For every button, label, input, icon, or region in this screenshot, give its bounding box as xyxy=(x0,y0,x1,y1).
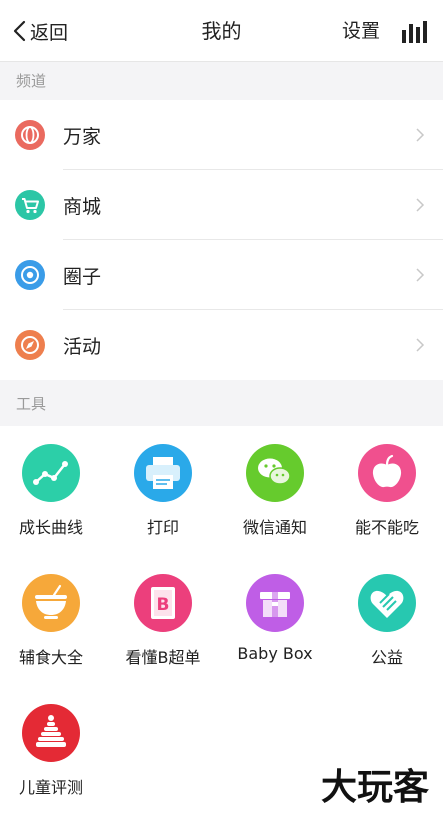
wechat-icon xyxy=(246,444,304,502)
tool-charity[interactable]: 公益 xyxy=(336,556,443,676)
tool-can-eat[interactable]: 能不能吃 xyxy=(336,426,443,546)
gift-box-icon xyxy=(246,574,304,632)
bar-chart-icon[interactable] xyxy=(401,20,427,44)
svg-text:B: B xyxy=(157,595,170,615)
cart-icon xyxy=(15,190,45,220)
tool-label: 微信通知 xyxy=(242,518,307,537)
watermark-text: 大玩客 xyxy=(321,767,429,806)
target-icon xyxy=(15,260,45,290)
tool-b-ultrasound[interactable]: B 看懂B超单 xyxy=(112,556,222,676)
chevron-right-icon xyxy=(416,268,425,282)
tool-label: 成长曲线 xyxy=(18,518,83,537)
tool-label: Baby Box xyxy=(237,644,313,663)
channels-section-title: 频道 xyxy=(0,62,443,100)
tool-baby-food[interactable]: 辅食大全 xyxy=(0,556,110,676)
tool-label: 看懂B超单 xyxy=(125,648,201,667)
tool-baby-box[interactable]: Baby Box xyxy=(224,556,334,676)
channel-item-activity[interactable]: 活动 xyxy=(0,310,443,380)
settings-button[interactable]: 设置 xyxy=(342,16,380,46)
channel-item-shop[interactable]: 商城 xyxy=(0,170,443,240)
channel-item-wanjia[interactable]: 万家 xyxy=(0,100,443,170)
channel-list: 万家 商城 圈子 活动 xyxy=(0,100,443,380)
tools-section-title: 工具 xyxy=(0,380,443,426)
growth-curve-icon xyxy=(22,444,80,502)
tool-label: 辅食大全 xyxy=(18,648,83,667)
channel-item-circle[interactable]: 圈子 xyxy=(0,240,443,310)
tool-growth-curve[interactable]: 成长曲线 xyxy=(0,426,110,546)
globe-icon xyxy=(15,120,45,150)
channel-label: 万家 xyxy=(63,125,102,148)
channel-label: 商城 xyxy=(63,195,102,218)
tool-label: 公益 xyxy=(370,648,403,667)
channel-label: 圈子 xyxy=(63,265,102,288)
tool-child-assessment[interactable]: 儿童评测 xyxy=(0,686,110,806)
header-bar: 返回 我的 设置 xyxy=(0,0,443,62)
tool-wechat-notify[interactable]: 微信通知 xyxy=(224,426,334,546)
tool-label: 能不能吃 xyxy=(354,518,419,537)
tool-label: 打印 xyxy=(146,518,179,537)
stacking-rings-icon xyxy=(22,704,80,762)
printer-icon xyxy=(134,444,192,502)
compass-icon xyxy=(15,330,45,360)
apple-icon xyxy=(358,444,416,502)
tool-print[interactable]: 打印 xyxy=(112,426,222,546)
food-bowl-icon xyxy=(22,574,80,632)
chevron-right-icon xyxy=(416,198,425,212)
watermark-logo: 大玩客 xyxy=(321,767,429,806)
heart-hands-icon xyxy=(358,574,416,632)
b-ultrasound-icon: B xyxy=(134,574,192,632)
chevron-right-icon xyxy=(416,338,425,352)
tool-label: 儿童评测 xyxy=(18,778,83,797)
channel-label: 活动 xyxy=(63,335,102,358)
chevron-right-icon xyxy=(416,128,425,142)
